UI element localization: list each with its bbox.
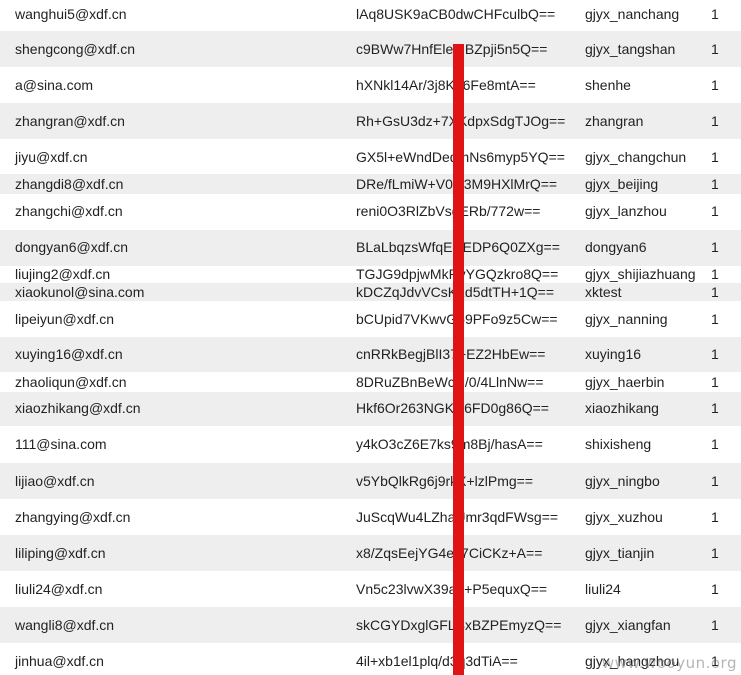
username-cell: shixisheng — [585, 436, 652, 452]
flag-cell: 1 — [711, 284, 719, 300]
username-cell: xuying16 — [585, 346, 642, 362]
hash-cell: hXNkl14Ar/3j8Kb6Fe8mtA== — [356, 77, 536, 93]
email-cell: wangli8@xdf.cn — [15, 617, 115, 633]
username-cell: gjyx_shijiazhuang — [585, 266, 696, 282]
redaction-bar — [453, 44, 464, 675]
table-row: zhangdi8@xdf.cn DRe/fLmiW+V0Q3M9HXlMrQ==… — [0, 174, 741, 194]
username-cell: gjyx_ningbo — [585, 473, 660, 489]
table-row: liujing2@xdf.cn TGJG9dpjwMkRyYGQzkro8Q==… — [0, 266, 741, 283]
table-row: wangli8@xdf.cn skCGYDxglGFLSxBZPEmyzQ== … — [0, 607, 741, 643]
hash-cell: Vn5c23lvwX39a5+P5equxQ== — [356, 581, 548, 597]
email-cell: liuli24@xdf.cn — [15, 581, 103, 597]
table-row: xiaokunol@sina.com kDCZqJdvVCsK2d5dtTH+1… — [0, 283, 741, 301]
username-cell: gjyx_tangshan — [585, 41, 676, 57]
flag-cell: 1 — [711, 113, 719, 129]
table-row: shengcong@xdf.cn c9BWw7HnfEleMBZpji5n5Q=… — [0, 31, 741, 67]
email-cell: shengcong@xdf.cn — [15, 41, 136, 57]
flag-cell: 1 — [711, 617, 719, 633]
table-row: lijiao@xdf.cn v5YbQlkRg6j9rkX+lzlPmg== g… — [0, 463, 741, 499]
flag-cell: 1 — [711, 176, 719, 192]
flag-cell: 1 — [711, 311, 719, 327]
username-cell: gjyx_changchun — [585, 149, 687, 165]
username-cell: xktest — [585, 284, 622, 300]
email-cell: dongyan6@xdf.cn — [15, 239, 129, 255]
watermark: www.wooyun.org — [601, 654, 737, 672]
flag-cell: 1 — [711, 374, 719, 390]
email-cell: jinhua@xdf.cn — [15, 653, 104, 669]
email-cell: jiyu@xdf.cn — [15, 149, 88, 165]
email-cell: 111@sina.com — [15, 436, 107, 452]
table-row: xuying16@xdf.cn cnRRkBegjBlI37+EZ2HbEw==… — [0, 337, 741, 372]
email-cell: lijiao@xdf.cn — [15, 473, 95, 489]
table-row: liliping@xdf.cn x8/ZqsEejYG4ey7CiCKz+A==… — [0, 535, 741, 571]
username-cell: shenhe — [585, 77, 631, 93]
table-row: dongyan6@xdf.cn BLaLbqzsWfqECEDP6Q0ZXg==… — [0, 230, 741, 266]
table-row: jiyu@xdf.cn GX5l+eWndDeqmNs6myp5YQ== gjy… — [0, 139, 741, 172]
table-row: lipeiyun@xdf.cn bCUpid7VKwvG59PFo9z5Cw==… — [0, 301, 741, 337]
flag-cell: 1 — [711, 77, 719, 93]
flag-cell: 1 — [711, 581, 719, 597]
email-cell: zhangying@xdf.cn — [15, 509, 131, 525]
email-cell: liujing2@xdf.cn — [15, 266, 111, 282]
table-row: zhangchi@xdf.cn reni0O3RlZbVsgERb/772w==… — [0, 194, 741, 230]
username-cell: gjyx_beijing — [585, 176, 659, 192]
hash-cell: c9BWw7HnfEleMBZpji5n5Q== — [356, 41, 548, 57]
table-row: a@sina.com hXNkl14Ar/3j8Kb6Fe8mtA== shen… — [0, 67, 741, 103]
username-cell: gjyx_xiangfan — [585, 617, 671, 633]
table-row: 111@sina.com y4kO3cZ6E7ks9m8Bj/hasA== sh… — [0, 426, 741, 463]
email-cell: lipeiyun@xdf.cn — [15, 311, 115, 327]
flag-cell: 1 — [711, 473, 719, 489]
email-cell: zhangdi8@xdf.cn — [15, 176, 124, 192]
flag-cell: 1 — [711, 239, 719, 255]
hash-cell: 8DRuZBnBeWcN/0/4LlnNw== — [356, 374, 544, 390]
table-row: liuli24@xdf.cn Vn5c23lvwX39a5+P5equxQ== … — [0, 571, 741, 607]
flag-cell: 1 — [711, 400, 719, 416]
username-cell: dongyan6 — [585, 239, 647, 255]
table-row: zhaoliqun@xdf.cn 8DRuZBnBeWcN/0/4LlnNw==… — [0, 372, 741, 392]
username-cell: xiaozhikang — [585, 400, 659, 416]
flag-cell: 1 — [711, 149, 719, 165]
username-cell: gjyx_nanning — [585, 311, 668, 327]
table-row: zhangran@xdf.cn Rh+GsU3dz+7XKdpxSdgTJOg=… — [0, 103, 741, 139]
username-cell: gjyx_nanchang — [585, 6, 680, 22]
flag-cell: 1 — [711, 6, 719, 22]
flag-cell: 1 — [711, 41, 719, 57]
email-cell: zhaoliqun@xdf.cn — [15, 374, 127, 390]
email-cell: xiaozhikang@xdf.cn — [15, 400, 141, 416]
email-cell: xuying16@xdf.cn — [15, 346, 123, 362]
table-row: zhangying@xdf.cn JuScqWu4LZhaUmr3qdFWsg=… — [0, 499, 741, 535]
flag-cell: 1 — [711, 203, 719, 219]
hash-cell: 4il+xb1el1plq/d3q3dTiA== — [356, 653, 518, 669]
hash-cell: x8/ZqsEejYG4ey7CiCKz+A== — [356, 545, 543, 561]
hash-cell: cnRRkBegjBlI37+EZ2HbEw== — [356, 346, 546, 362]
username-cell: gjyx_tianjin — [585, 545, 655, 561]
hash-cell: lAq8USK9aCB0dwCHFculbQ== — [356, 6, 556, 22]
flag-cell: 1 — [711, 346, 719, 362]
flag-cell: 1 — [711, 266, 719, 282]
username-cell: gjyx_lanzhou — [585, 203, 667, 219]
table-row: wanghui5@xdf.cn lAq8USK9aCB0dwCHFculbQ==… — [0, 0, 741, 28]
username-cell: gjyx_xuzhou — [585, 509, 663, 525]
table-row: xiaozhikang@xdf.cn Hkf6Or263NGKN6FD0g86Q… — [0, 392, 741, 426]
email-cell: wanghui5@xdf.cn — [15, 6, 127, 22]
username-cell: liuli24 — [585, 581, 621, 597]
flag-cell: 1 — [711, 545, 719, 561]
hash-cell: reni0O3RlZbVsgERb/772w== — [356, 203, 541, 219]
hash-cell: y4kO3cZ6E7ks9m8Bj/hasA== — [356, 436, 543, 452]
email-cell: xiaokunol@sina.com — [15, 284, 145, 300]
email-cell: zhangchi@xdf.cn — [15, 203, 123, 219]
flag-cell: 1 — [711, 509, 719, 525]
username-cell: gjyx_haerbin — [585, 374, 665, 390]
hash-cell: v5YbQlkRg6j9rkX+lzlPmg== — [356, 473, 534, 489]
username-cell: zhangran — [585, 113, 644, 129]
email-cell: zhangran@xdf.cn — [15, 113, 125, 129]
email-cell: a@sina.com — [15, 77, 94, 93]
email-cell: liliping@xdf.cn — [15, 545, 106, 561]
flag-cell: 1 — [711, 436, 719, 452]
